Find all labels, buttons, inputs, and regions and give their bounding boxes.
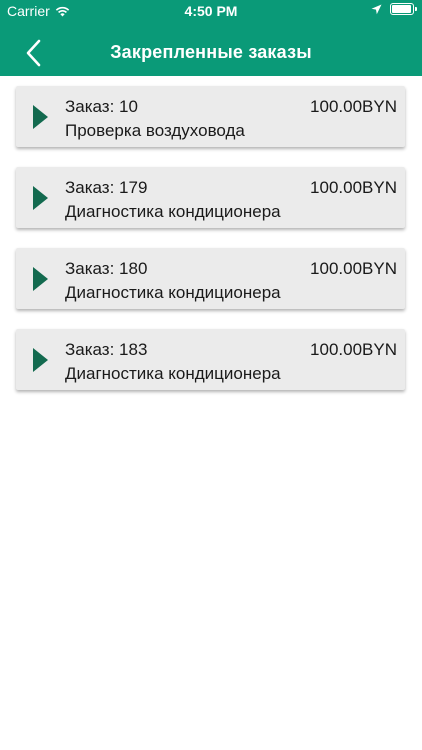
battery-level [392,5,411,13]
pinned-orders-list: Заказ: 10 100.00BYN Проверка воздуховода… [16,86,405,410]
order-price: 100.00BYN [310,340,397,359]
order-card[interactable]: Заказ: 10 100.00BYN Проверка воздуховода [16,86,405,147]
play-arrow-icon [33,348,48,372]
page-title: Закрепленные заказы [110,42,312,62]
status-time: 4:50 PM [184,3,238,19]
play-arrow-icon [33,267,48,291]
order-number: Заказ: 180 [65,259,148,278]
order-card[interactable]: Заказ: 183 100.00BYN Диагностика кондици… [16,329,405,390]
order-description: Диагностика кондиционера [65,364,281,383]
order-card[interactable]: Заказ: 179 100.00BYN Диагностика кондици… [16,167,405,228]
order-number: Заказ: 179 [65,178,148,197]
order-number: Заказ: 183 [65,340,148,359]
order-price: 100.00BYN [310,178,397,197]
order-number: Заказ: 10 [65,97,138,116]
order-description: Диагностика кондиционера [65,283,281,302]
status-right [371,3,417,15]
order-price: 100.00BYN [310,97,397,116]
play-arrow-icon [33,186,48,210]
battery-icon [390,3,417,15]
order-price: 100.00BYN [310,259,397,278]
order-description: Проверка воздуховода [65,121,245,140]
location-arrow-icon [371,4,382,14]
status-bar: Carrier 4:50 PM [0,0,422,22]
play-arrow-icon [33,105,48,129]
order-description: Диагностика кондиционера [65,202,281,221]
app-header: Carrier 4:50 PM Закрепленные заказы [0,0,422,76]
order-card[interactable]: Заказ: 180 100.00BYN Диагностика кондици… [16,248,405,309]
